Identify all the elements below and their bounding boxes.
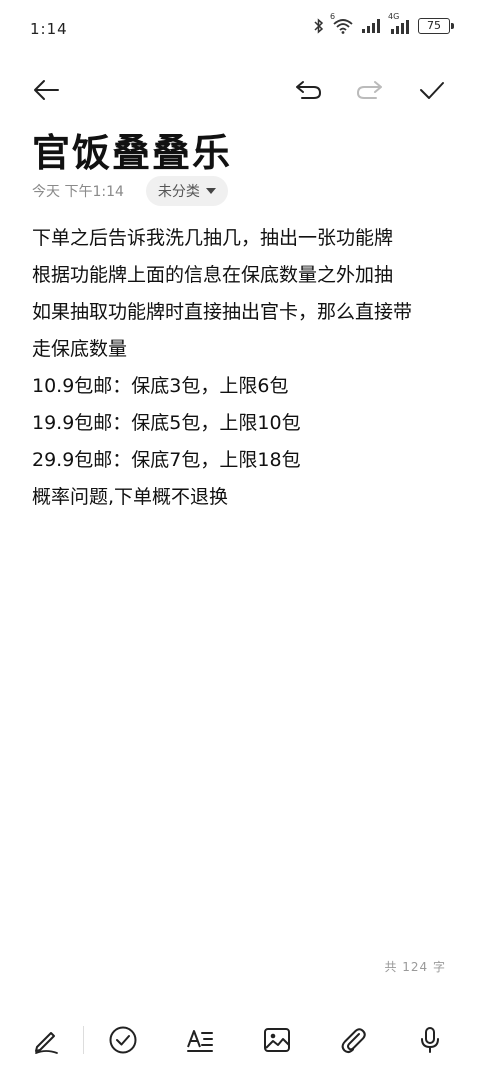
undo-icon — [296, 81, 321, 99]
note-meta: 今天 下午1:14 未分类 — [32, 176, 228, 206]
status-icons: 6 4G 75 — [314, 12, 454, 34]
network-label: 4G — [388, 12, 400, 21]
battery-icon: 75 — [418, 18, 454, 34]
signal-icon — [362, 19, 380, 33]
checklist-button[interactable] — [105, 1022, 141, 1058]
attachment-button[interactable] — [335, 1022, 371, 1058]
note-line: 走保底数量 — [32, 338, 128, 360]
text-format-icon — [187, 1030, 213, 1052]
note-line: 概率问题,下单概不退换 — [32, 486, 229, 508]
note-date: 今天 下午1:14 — [32, 184, 124, 200]
status-bar: 1:14 6 4G 75 — [0, 0, 478, 60]
dropdown-triangle-icon — [205, 188, 216, 194]
category-selector[interactable]: 未分类 — [145, 176, 228, 206]
bluetooth-icon — [314, 18, 324, 34]
word-count: 共 124 字 — [384, 960, 446, 974]
note-line: 下单之后告诉我洗几抽几，抽出一张功能牌 — [32, 227, 394, 249]
status-time: 1:14 — [30, 20, 68, 38]
signal-4g-icon: 4G — [388, 12, 410, 34]
voice-input-button[interactable] — [412, 1022, 448, 1058]
done-button[interactable] — [412, 70, 452, 110]
back-arrow-icon — [34, 80, 59, 100]
microphone-icon — [421, 1027, 439, 1053]
wifi-icon: 6 — [330, 12, 354, 34]
category-label: 未分类 — [157, 184, 200, 200]
wifi-badge: 6 — [330, 12, 336, 21]
text-format-button[interactable] — [182, 1022, 218, 1058]
back-button[interactable] — [26, 70, 66, 110]
image-icon — [264, 1028, 290, 1052]
attachment-icon — [341, 1028, 366, 1053]
note-line: 根据功能牌上面的信息在保底数量之外加抽 — [32, 264, 394, 286]
toolbar-divider — [83, 1026, 84, 1054]
pen-icon — [35, 1032, 58, 1054]
checklist-icon — [109, 1026, 137, 1054]
undo-button[interactable] — [288, 70, 328, 110]
note-line: 19.9包邮：保底5包，上限10包 — [32, 412, 301, 434]
bottom-toolbar — [0, 1018, 478, 1062]
note-line: 如果抽取功能牌时直接抽出官卡，那么直接带 — [32, 301, 413, 323]
handwriting-button[interactable] — [28, 1022, 64, 1058]
insert-image-button[interactable] — [259, 1022, 295, 1058]
redo-button[interactable] — [350, 70, 390, 110]
redo-icon — [357, 81, 382, 99]
checkmark-icon — [420, 82, 444, 99]
note-title[interactable]: 官饭叠叠乐 — [32, 122, 232, 177]
note-line: 29.9包邮：保底7包，上限18包 — [32, 449, 301, 471]
top-toolbar — [0, 68, 478, 112]
note-body[interactable]: 下单之后告诉我洗几抽几，抽出一张功能牌 根据功能牌上面的信息在保底数量之外加抽 … — [32, 220, 452, 516]
note-line: 10.9包邮：保底3包，上限6包 — [32, 375, 289, 397]
